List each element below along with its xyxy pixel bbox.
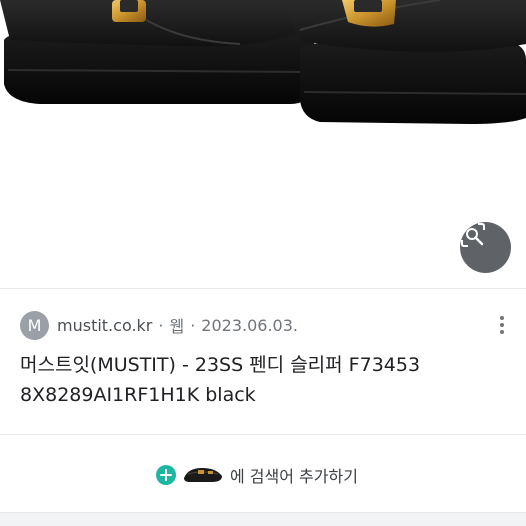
result-type: 웹 [169, 317, 185, 336]
bottom-panel-edge [0, 512, 526, 526]
source-row[interactable]: M mustit.co.kr · 웹 · 2023.06.03. [20, 309, 516, 341]
plus-icon [156, 465, 176, 485]
more-vert-icon [500, 316, 504, 334]
image-result-page: M mustit.co.kr · 웹 · 2023.06.03. 머스트잇(MU… [0, 0, 526, 526]
sandal-thumbnail [184, 468, 222, 482]
source-meta: mustit.co.kr · 웹 · 2023.06.03. [57, 313, 298, 337]
result-title[interactable]: 머스트잇(MUSTIT) - 23SS 펜디 슬리퍼 F73453 8X8289… [20, 350, 512, 410]
add-to-search-button[interactable]: 에 검색어 추가하기 [156, 460, 358, 490]
add-to-search-label: 에 검색어 추가하기 [230, 467, 358, 486]
divider [0, 434, 526, 435]
visual-search-button[interactable] [460, 222, 511, 273]
site-favicon: M [20, 310, 49, 340]
site-name[interactable]: mustit.co.kr [57, 316, 152, 335]
favicon-letter: M [27, 315, 42, 335]
divider [0, 288, 526, 289]
separator: · [158, 315, 164, 335]
product-image[interactable] [0, 0, 526, 288]
result-date: 2023.06.03. [201, 315, 298, 335]
visual-search-icon [461, 223, 485, 247]
separator: · [190, 315, 196, 335]
more-options-button[interactable] [488, 311, 516, 339]
sandal-image [0, 0, 526, 124]
